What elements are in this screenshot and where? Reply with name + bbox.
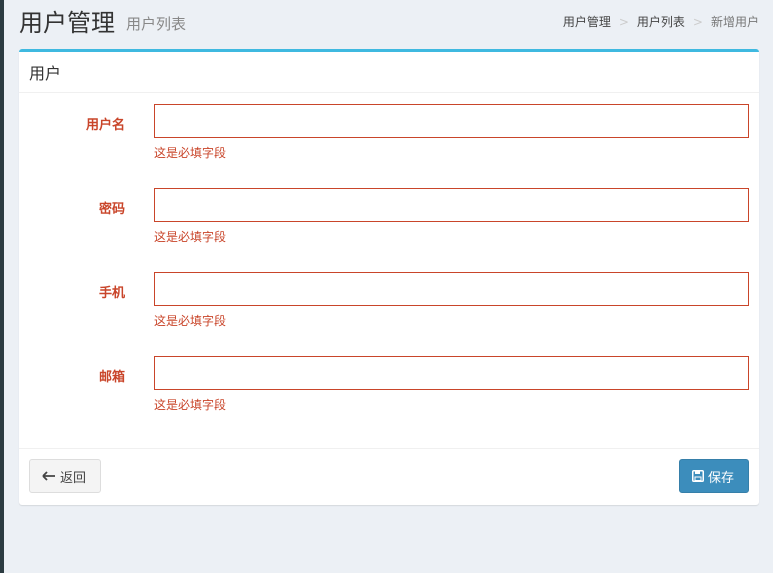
back-button[interactable]: 返回 xyxy=(29,459,101,493)
page-title: 用户管理 xyxy=(19,9,115,37)
breadcrumb-separator: > xyxy=(692,15,703,29)
breadcrumb-add-user: 新增用户 xyxy=(710,15,759,29)
box-footer: 返回 保存 xyxy=(19,448,759,505)
breadcrumb-user-list[interactable]: 用户列表 xyxy=(637,14,685,30)
arrow-left-icon xyxy=(42,471,56,481)
save-button-label: 保存 xyxy=(708,470,735,486)
floppy-disk-icon xyxy=(692,470,704,482)
phone-error: 这是必填字段 xyxy=(154,314,227,328)
username-input[interactable] xyxy=(154,104,749,138)
page-subtitle: 用户列表 xyxy=(126,15,187,33)
form-body: 用户名 这是必填字段 密码 这是必填字段 手机 这是必填字段 邮箱 这是必填字段 xyxy=(19,93,759,449)
form-group-password: 密码 这是必填字段 xyxy=(19,188,759,258)
user-form-box: 用户 用户名 这是必填字段 密码 这是必填字段 手机 这是必填字段 邮箱 这是必… xyxy=(19,49,759,505)
sidebar-edge xyxy=(0,0,4,573)
email-input[interactable] xyxy=(154,356,749,390)
breadcrumb: 用户管理 > 用户列表 > 新增用户 xyxy=(563,14,759,30)
email-error: 这是必填字段 xyxy=(154,398,227,412)
form-group-username: 用户名 这是必填字段 xyxy=(19,104,759,174)
password-error: 这是必填字段 xyxy=(154,230,227,244)
password-input[interactable] xyxy=(154,188,749,222)
phone-label: 手机 xyxy=(98,286,125,301)
username-label: 用户名 xyxy=(85,118,125,133)
back-button-label: 返回 xyxy=(60,470,87,486)
email-label: 邮箱 xyxy=(98,370,125,385)
page-header: 用户管理 用户列表 用户管理 > 用户列表 > 新增用户 xyxy=(19,6,759,42)
phone-input[interactable] xyxy=(154,272,749,306)
password-label: 密码 xyxy=(98,202,125,217)
breadcrumb-user-management[interactable]: 用户管理 xyxy=(563,14,611,30)
username-error: 这是必填字段 xyxy=(154,146,227,160)
form-group-phone: 手机 这是必填字段 xyxy=(19,272,759,342)
box-title: 用户 xyxy=(19,52,759,93)
breadcrumb-separator: > xyxy=(618,15,629,29)
save-button[interactable]: 保存 xyxy=(679,459,749,493)
form-group-email: 邮箱 这是必填字段 xyxy=(19,356,759,426)
